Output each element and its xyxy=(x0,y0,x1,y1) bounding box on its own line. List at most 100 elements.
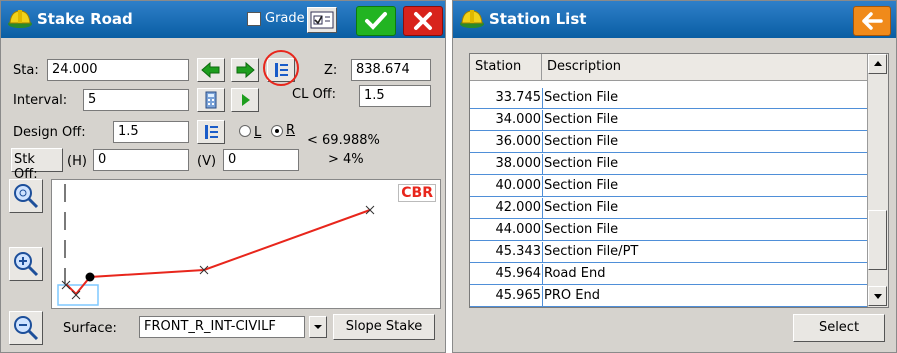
next-station-button[interactable] xyxy=(231,58,259,82)
column-divider xyxy=(542,132,543,153)
ok-button[interactable] xyxy=(356,6,396,36)
z-field[interactable]: 838.674 xyxy=(351,59,431,81)
v-label: (V) xyxy=(197,154,217,169)
column-divider xyxy=(542,176,543,197)
slope-percent-2: > 4% xyxy=(328,152,364,167)
z-label: Z: xyxy=(324,63,338,78)
table-row[interactable]: 42.000 Section File xyxy=(470,198,868,219)
table-row[interactable]: 36.000 Section File xyxy=(470,132,868,153)
side-r-radio[interactable] xyxy=(271,125,283,137)
h-offset-field[interactable]: 0 xyxy=(93,149,189,171)
station-field[interactable]: 24.000 xyxy=(47,59,189,81)
description-cell: Section File xyxy=(544,200,619,215)
table-row[interactable]: 34.000 Section File xyxy=(470,110,868,131)
station-cell: 45.964 xyxy=(495,266,542,281)
column-divider xyxy=(542,264,543,285)
sta-label: Sta: xyxy=(13,63,39,78)
column-divider xyxy=(542,198,543,219)
grade-checkbox[interactable] xyxy=(247,12,261,26)
station-cell: 42.000 xyxy=(495,200,542,215)
station-cell: 40.000 xyxy=(495,178,542,193)
play-icon xyxy=(242,94,250,106)
slope-stake-button[interactable]: Slope Stake xyxy=(333,314,435,340)
station-cell: 45.343 xyxy=(495,244,542,259)
station-list-icon xyxy=(205,125,218,139)
interval-label: Interval: xyxy=(13,93,68,108)
chevron-up-icon xyxy=(874,61,882,66)
previous-station-button[interactable] xyxy=(197,58,225,82)
surface-label: Surface: xyxy=(63,321,117,336)
column-divider xyxy=(542,286,543,307)
side-l-radio[interactable] xyxy=(239,125,251,137)
zoom-in-icon xyxy=(14,252,39,277)
grade-label: Grade xyxy=(265,11,305,26)
interval-field[interactable]: 5 xyxy=(83,89,189,111)
scrollbar[interactable] xyxy=(867,54,888,307)
calculator-button[interactable] xyxy=(197,88,225,112)
description-cell: Section File/PT xyxy=(544,244,639,259)
table-row[interactable]: 44.000 Section File xyxy=(470,220,868,241)
scroll-down-button[interactable] xyxy=(868,286,887,306)
station-cell: 33.745 xyxy=(495,90,542,105)
back-button[interactable] xyxy=(853,6,891,36)
window-title: Stake Road xyxy=(37,10,133,28)
zoom-in-button[interactable] xyxy=(9,247,43,281)
stk-off-label: Stk Off: xyxy=(14,152,38,182)
design-off-label: Design Off: xyxy=(13,125,86,140)
column-divider xyxy=(542,88,543,109)
surface-dropdown-button[interactable] xyxy=(309,316,327,338)
arrow-left-icon xyxy=(862,12,883,30)
station-table[interactable]: Station Description 33.745 Section File 34… xyxy=(469,53,889,308)
cross-section-view[interactable]: CBR xyxy=(51,179,441,309)
side-r-label: R xyxy=(286,123,296,138)
table-row[interactable]: 33.745 Section File xyxy=(470,88,868,109)
scroll-up-button[interactable] xyxy=(868,54,887,74)
cancel-button[interactable] xyxy=(403,6,443,36)
table-row[interactable]: 40.000 Section File xyxy=(470,176,868,197)
column-divider xyxy=(542,242,543,263)
title-bar: Station List xyxy=(453,1,896,38)
table-row[interactable]: 45.964 Road End xyxy=(470,264,868,285)
select-label: Select xyxy=(818,320,860,335)
play-button[interactable] xyxy=(231,88,259,112)
description-cell: Road End xyxy=(544,266,606,281)
description-cell: Section File xyxy=(544,90,619,105)
table-row[interactable]: 45.965 PRO End xyxy=(470,286,868,307)
checkbox-grid-icon xyxy=(310,11,334,29)
window-title: Station List xyxy=(489,10,587,28)
stake-offset-button[interactable]: Stk Off: xyxy=(11,148,63,182)
zoom-extents-button[interactable] xyxy=(9,179,43,213)
chevron-down-icon xyxy=(874,294,882,299)
design-list-button[interactable] xyxy=(197,120,225,144)
table-row[interactable]: 38.000 Section File xyxy=(470,154,868,175)
v-offset-field[interactable]: 0 xyxy=(223,149,299,171)
slope-stake-label: Slope Stake xyxy=(345,319,423,334)
table-row[interactable]: 45.343 Section File/PT xyxy=(470,242,868,263)
arrow-left-green-icon xyxy=(201,61,220,79)
stake-road-window: Stake Road Grade Sta: 24.000 Z: 838.674 … xyxy=(0,0,446,353)
surface-select[interactable]: FRONT_R_INT-CIVILF xyxy=(139,316,305,338)
cbr-label: CBR xyxy=(398,184,436,202)
station-cell: 45.965 xyxy=(495,288,542,303)
close-icon xyxy=(414,12,432,30)
arrow-right-green-icon xyxy=(236,61,255,79)
table-header: Station Description xyxy=(470,54,868,81)
station-cell: 38.000 xyxy=(495,156,542,171)
column-divider xyxy=(542,154,543,175)
description-cell: Section File xyxy=(544,156,619,171)
hardhat-icon xyxy=(460,10,484,28)
settings-button[interactable] xyxy=(307,7,337,33)
description-cell: Section File xyxy=(544,112,619,127)
column-header-station[interactable]: Station xyxy=(470,54,542,80)
description-cell: PRO End xyxy=(544,288,600,303)
select-button[interactable]: Select xyxy=(793,314,885,342)
cl-off-field[interactable]: 1.5 xyxy=(359,85,431,107)
chevron-down-icon xyxy=(314,325,322,329)
zoom-out-button[interactable] xyxy=(9,311,43,345)
scroll-thumb[interactable] xyxy=(868,210,887,270)
column-header-description[interactable]: Description xyxy=(542,54,868,80)
side-l-label: L xyxy=(254,125,262,140)
h-label: (H) xyxy=(67,154,87,169)
design-off-field[interactable]: 1.5 xyxy=(113,121,189,143)
station-cell: 44.000 xyxy=(495,222,542,237)
